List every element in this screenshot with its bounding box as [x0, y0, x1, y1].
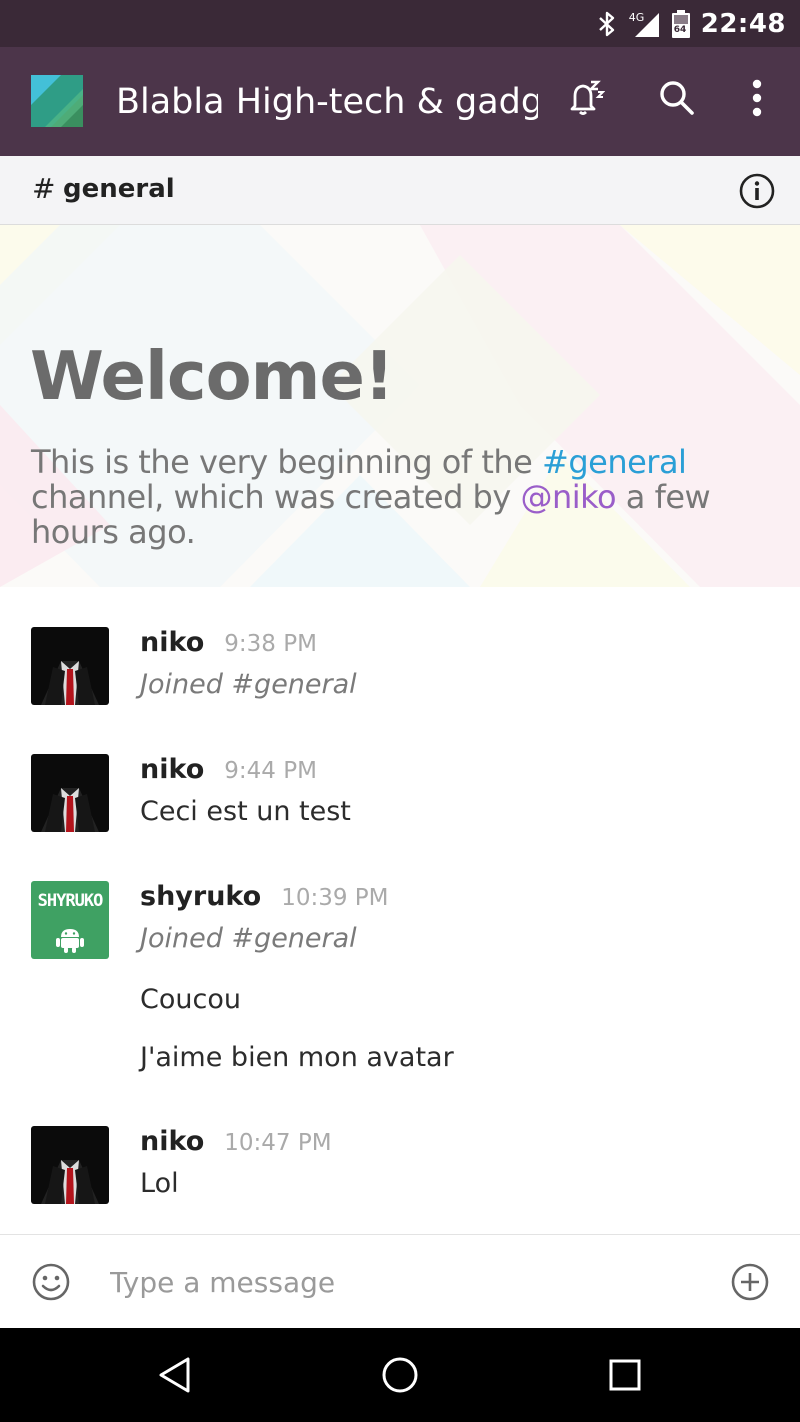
message-author[interactable]: niko [140, 627, 204, 658]
message-header: niko 9:38 PM [140, 627, 317, 658]
snooze-notifications-button[interactable] [560, 75, 610, 125]
message-time: 9:38 PM [224, 631, 317, 657]
message-text: Ceci est un test [140, 796, 351, 827]
welcome-banner: Welcome! This is the very beginning of t… [0, 225, 800, 587]
app-bar: Blabla High-tech & gadgets [0, 47, 800, 156]
message-input[interactable] [108, 1257, 712, 1307]
message-group[interactable]: niko 9:44 PM Ceci est un test [0, 754, 800, 844]
avatar-label: SHYRUKO [37, 891, 104, 911]
welcome-description: This is the very beginning of the #gener… [31, 445, 731, 550]
team-title[interactable]: Blabla High-tech & gadgets [116, 77, 538, 127]
more-options-button[interactable] [732, 75, 782, 125]
message-composer [0, 1234, 800, 1329]
battery-level-label: 64 [673, 24, 687, 35]
avatar[interactable] [31, 1126, 109, 1204]
message-text: J'aime bien mon avatar [140, 1042, 454, 1073]
message-group[interactable]: SHYRUKO shyruko 10:39 PM Joined #general… [0, 881, 800, 1081]
message-header: niko 9:44 PM [140, 754, 317, 785]
add-circle-icon [730, 1263, 770, 1306]
more-vert-icon [751, 78, 763, 123]
message-author[interactable]: shyruko [140, 881, 261, 912]
channel-hash-symbol: # [32, 172, 56, 205]
search-button[interactable] [652, 75, 702, 125]
message-list[interactable]: niko 9:38 PM Joined #general niko 9:44 P… [0, 587, 800, 1232]
suit-avatar-image [31, 1126, 109, 1204]
message-time: 9:44 PM [224, 758, 317, 784]
message-author[interactable]: niko [140, 754, 204, 785]
message-time: 10:47 PM [224, 1130, 332, 1156]
message-text: Coucou [140, 984, 241, 1015]
attach-button[interactable] [730, 1262, 770, 1302]
status-time: 22:48 [700, 8, 786, 39]
avatar[interactable] [31, 754, 109, 832]
back-button[interactable] [155, 1355, 195, 1395]
app-logo[interactable] [31, 75, 83, 127]
message-text: Joined #general [140, 923, 357, 954]
status-bar: 4G 64 22:48 [0, 0, 800, 47]
suit-avatar-image [31, 627, 109, 705]
message-header: niko 10:47 PM [140, 1126, 332, 1157]
message-text: Lol [140, 1168, 179, 1199]
message-group[interactable]: niko 9:38 PM Joined #general [0, 627, 800, 717]
emoji-button[interactable] [31, 1262, 71, 1302]
message-author[interactable]: niko [140, 1126, 204, 1157]
battery-icon: 64 [671, 9, 691, 39]
channel-name[interactable]: general [63, 174, 175, 204]
channel-header[interactable]: # general [0, 156, 800, 225]
signal-icon: 4G [627, 9, 661, 39]
emoji-icon [31, 1263, 71, 1306]
message-time: 10:39 PM [281, 885, 389, 911]
avatar[interactable]: SHYRUKO [31, 881, 109, 959]
message-header: shyruko 10:39 PM [140, 881, 389, 912]
recents-button[interactable] [605, 1355, 645, 1395]
user-mention-link[interactable]: @niko [520, 478, 616, 516]
android-icon [56, 925, 84, 958]
welcome-text-start: This is the very beginning of the [31, 443, 542, 481]
home-button[interactable] [380, 1355, 420, 1395]
channel-info-button[interactable] [738, 172, 776, 210]
message-text: Joined #general [140, 669, 357, 700]
system-nav-bar [0, 1328, 800, 1422]
bluetooth-icon [597, 11, 617, 37]
search-icon [657, 78, 697, 123]
recents-icon [605, 1359, 645, 1399]
avatar[interactable] [31, 627, 109, 705]
home-icon [380, 1357, 420, 1399]
back-icon [155, 1357, 195, 1399]
message-group[interactable]: niko 10:47 PM Lol [0, 1126, 800, 1216]
suit-avatar-image [31, 754, 109, 832]
info-icon [738, 173, 776, 214]
welcome-title: Welcome! [30, 337, 394, 415]
channel-link[interactable]: #general [542, 443, 687, 481]
snooze-bell-icon [565, 78, 606, 123]
welcome-text-middle: channel, which was created by [31, 478, 521, 516]
